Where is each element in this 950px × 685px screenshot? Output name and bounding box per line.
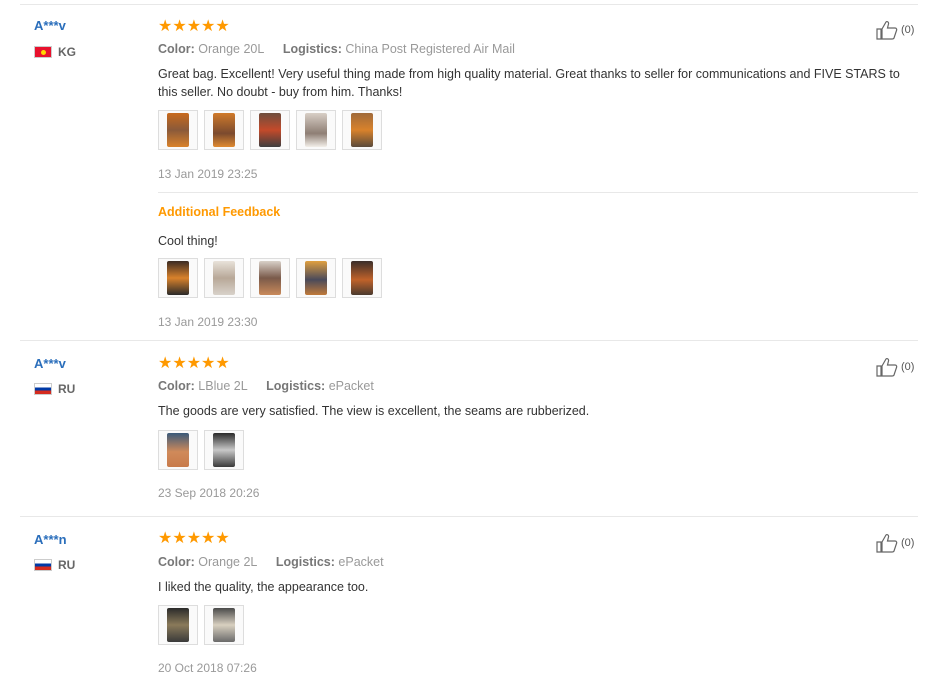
review-photo-thumb[interactable]: [158, 110, 198, 150]
reviewer-country: KG: [34, 45, 76, 59]
like-count: (0): [901, 537, 915, 549]
color-value: Orange 20L: [198, 42, 264, 56]
review-text: Great bag. Excellent! Very useful thing …: [158, 67, 900, 99]
review-divider: [20, 516, 918, 517]
review-text: I liked the quality, the appearance too.: [158, 580, 369, 594]
like-button[interactable]: (0): [876, 357, 914, 377]
color-label: Color:: [158, 379, 195, 393]
review-attributes: Color: Orange 20L Logistics: China Post …: [158, 42, 515, 56]
additional-feedback-date: 13 Jan 2019 23:30: [158, 315, 258, 329]
review-date: 20 Oct 2018 07:26: [158, 661, 257, 675]
review-photos: [158, 110, 382, 150]
logistics-label: Logistics:: [266, 379, 326, 393]
additional-feedback-label: Additional Feedback: [158, 205, 281, 219]
like-count: (0): [901, 24, 915, 36]
flag-icon: [34, 383, 52, 395]
review-text: The goods are very satisfied. The view i…: [158, 404, 590, 418]
review-photos: [158, 605, 244, 645]
like-count: (0): [901, 361, 915, 373]
flag-icon: [34, 46, 52, 58]
top-divider: [20, 4, 918, 5]
reviewer-name[interactable]: A***n: [34, 532, 67, 547]
review-photo-thumb[interactable]: [204, 605, 244, 645]
color-label: Color:: [158, 555, 195, 569]
reviewer-country: RU: [34, 382, 75, 396]
like-button[interactable]: (0): [876, 20, 914, 40]
review-photo-thumb[interactable]: [204, 430, 244, 470]
country-code: KG: [58, 45, 76, 59]
review-photos: [158, 430, 244, 470]
review-date: 23 Sep 2018 20:26: [158, 486, 260, 500]
logistics-value: ePacket: [338, 555, 384, 569]
thumbs-up-icon: [876, 21, 898, 40]
rating-stars: ★★★★★: [158, 530, 230, 547]
color-label: Color:: [158, 42, 195, 56]
color-value: Orange 2L: [198, 555, 257, 569]
rating-stars: ★★★★★: [158, 18, 230, 35]
like-button[interactable]: (0): [876, 533, 914, 553]
review-photo-thumb[interactable]: [250, 110, 290, 150]
logistics-value: ePacket: [328, 379, 374, 393]
review-attributes: Color: Orange 2L Logistics: ePacket: [158, 555, 384, 569]
additional-feedback-text: Cool thing!: [158, 234, 218, 248]
additional-photos: [158, 258, 382, 298]
review-divider: [20, 340, 918, 341]
thumbs-up-icon: [876, 534, 898, 553]
country-code: RU: [58, 558, 76, 572]
flag-icon: [34, 559, 52, 571]
review-photo-thumb[interactable]: [296, 110, 336, 150]
review-date: 13 Jan 2019 23:25: [158, 167, 258, 181]
rating-stars: ★★★★★: [158, 355, 230, 372]
review-photo-thumb[interactable]: [158, 605, 198, 645]
logistics-label: Logistics:: [282, 42, 342, 56]
reviewer-name[interactable]: A***v: [34, 356, 66, 371]
thumbs-up-icon: [876, 358, 898, 377]
reviewer-country: RU: [34, 558, 75, 572]
review-photo-thumb[interactable]: [204, 258, 244, 298]
color-value: LBlue 2L: [198, 379, 248, 393]
review-photo-thumb[interactable]: [204, 110, 244, 150]
review-photo-thumb[interactable]: [342, 258, 382, 298]
review-photo-thumb[interactable]: [158, 430, 198, 470]
review-photo-thumb[interactable]: [342, 110, 382, 150]
review-photo-thumb[interactable]: [158, 258, 198, 298]
logistics-value: China Post Registered Air Mail: [345, 42, 515, 56]
country-code: RU: [58, 382, 76, 396]
logistics-label: Logistics:: [275, 555, 335, 569]
sub-divider: [158, 192, 918, 193]
reviewer-name[interactable]: A***v: [34, 18, 66, 33]
review-photo-thumb[interactable]: [250, 258, 290, 298]
review-attributes: Color: LBlue 2L Logistics: ePacket: [158, 379, 374, 393]
review-photo-thumb[interactable]: [296, 258, 336, 298]
